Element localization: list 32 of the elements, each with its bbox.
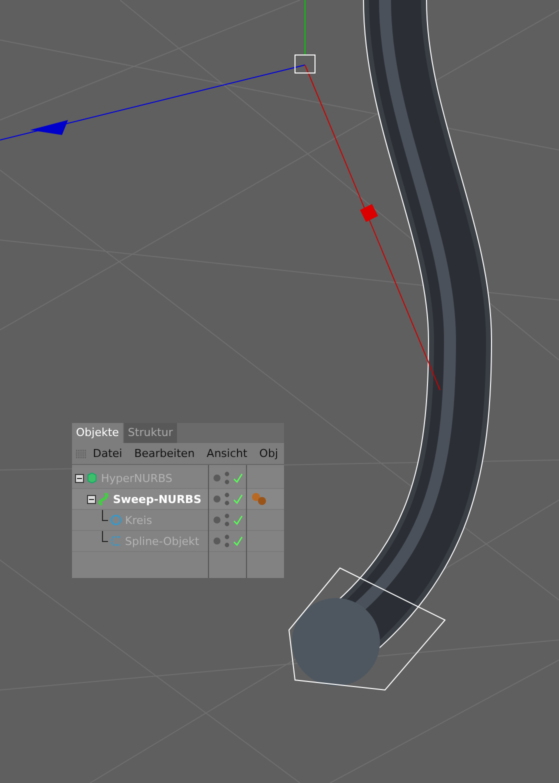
- menu-item[interactable]: Obj: [253, 447, 284, 460]
- dot-icon[interactable]: [212, 495, 220, 503]
- checkmark-icon[interactable]: [232, 473, 242, 483]
- visibility-dots-icon[interactable]: [224, 492, 230, 506]
- menu-item[interactable]: Ansicht: [200, 447, 254, 460]
- collapse-icon[interactable]: [87, 494, 96, 504]
- y-axis-line: [304, 0, 306, 56]
- dot-icon[interactable]: [212, 537, 220, 545]
- tree-line: [102, 531, 108, 542]
- circle-icon: [110, 514, 122, 526]
- material-tag-icon[interactable]: [251, 492, 267, 506]
- cube-icon: [86, 472, 98, 484]
- object-name[interactable]: Sweep-NURBS: [113, 492, 202, 506]
- visibility-dots-icon[interactable]: [224, 513, 230, 527]
- checkmark-icon[interactable]: [232, 494, 242, 504]
- spline-icon: [110, 535, 122, 547]
- grip-icon[interactable]: [76, 448, 87, 458]
- menu-item[interactable]: Bearbeiten: [128, 447, 201, 460]
- panel-tab[interactable]: Struktur: [124, 423, 177, 443]
- checkmark-icon[interactable]: [232, 536, 242, 546]
- collapse-icon[interactable]: [75, 474, 84, 482]
- menu-item[interactable]: Datei: [86, 447, 128, 460]
- checkmark-icon[interactable]: [232, 515, 242, 525]
- visibility-dots-icon[interactable]: [224, 471, 230, 485]
- object-row[interactable]: Sweep-NURBS: [72, 489, 208, 510]
- panel-tab[interactable]: Objekte: [72, 423, 123, 443]
- dot-icon[interactable]: [212, 474, 220, 482]
- object-origin-box: [294, 54, 316, 74]
- dot-icon[interactable]: [212, 516, 220, 524]
- tree-line: [102, 510, 108, 521]
- visibility-dots-icon[interactable]: [224, 534, 230, 548]
- twisted-tube-icon: [98, 492, 110, 506]
